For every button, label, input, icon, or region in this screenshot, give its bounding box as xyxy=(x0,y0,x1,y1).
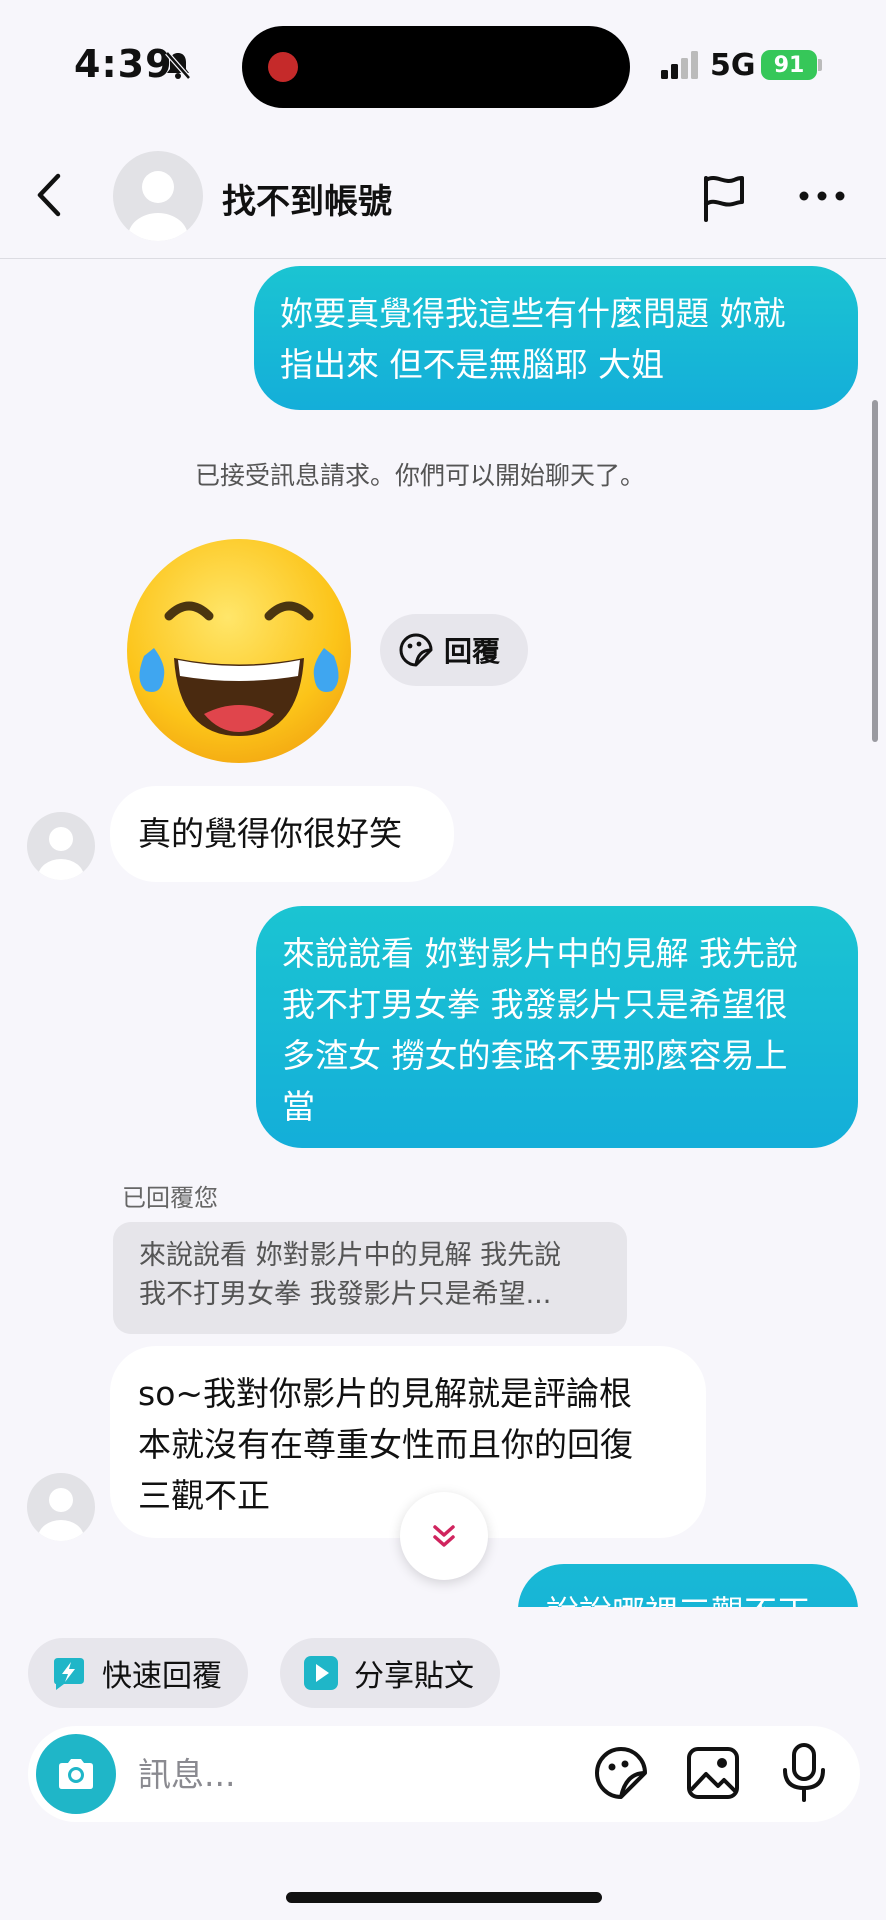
flag-icon[interactable] xyxy=(696,170,752,226)
quoted-message[interactable]: 來說說看 妳對影片中的見解 我先說 我不打男女拳 我發影片只是希望... xyxy=(113,1222,627,1334)
quote-line: 我不打男女拳 我發影片只是希望... xyxy=(139,1279,552,1310)
avatar[interactable] xyxy=(27,812,95,880)
camera-icon xyxy=(59,1759,93,1789)
message-line: 本就沒有在尊重女性而且你的回復 xyxy=(138,1425,633,1464)
recording-indicator xyxy=(268,52,298,82)
reply-button[interactable]: 回覆 xyxy=(380,614,528,686)
microphone-icon[interactable] xyxy=(776,1742,832,1804)
avatar[interactable] xyxy=(27,1473,95,1541)
system-note: 已接受訊息請求。你們可以開始聊天了。 xyxy=(194,461,645,490)
signal-icon xyxy=(661,51,698,79)
share-post-label: 分享貼文 xyxy=(354,1659,474,1694)
message-bubble-outgoing[interactable]: 來說說看 妳對影片中的見解 我先說 我不打男女拳 我發影片只是希望很 多渣女 撈… xyxy=(256,906,858,1148)
play-icon xyxy=(304,1656,338,1690)
page-title[interactable]: 找不到帳號 xyxy=(222,174,392,223)
lightning-icon xyxy=(54,1658,84,1690)
battery-level: 91 xyxy=(773,52,805,78)
message-bubble-outgoing[interactable]: 說說哪裡三觀不正 xyxy=(518,1564,858,1607)
avatar[interactable] xyxy=(113,151,203,241)
bell-slash-icon xyxy=(165,51,191,80)
battery-cap xyxy=(818,59,822,71)
message-line: 妳要真覺得我這些有什麼問題 妳就 xyxy=(280,294,786,333)
message-bubble-outgoing[interactable]: 妳要真覺得我這些有什麼問題 妳就 指出來 但不是無腦耶 大姐 xyxy=(254,266,858,410)
dynamic-island xyxy=(242,26,630,108)
message-line: 當 xyxy=(282,1087,315,1126)
status-time: 4:39 xyxy=(74,42,173,86)
camera-button[interactable] xyxy=(36,1734,116,1814)
message-text: 真的覺得你很好笑 xyxy=(138,814,402,853)
message-line: 指出來 但不是無腦耶 大姐 xyxy=(280,345,664,384)
avatar-placeholder xyxy=(128,171,188,241)
scrollbar[interactable] xyxy=(872,400,878,742)
scroll-to-bottom-button[interactable] xyxy=(400,1492,488,1580)
avatar-placeholder xyxy=(38,1488,84,1541)
message-line: 我不打男女拳 我發影片只是希望很 xyxy=(282,985,788,1024)
reply-label: 回覆 xyxy=(444,635,501,668)
message-line: 多渣女 撈女的套路不要那麼容易上 xyxy=(282,1036,788,1075)
quick-reply-chip[interactable]: 快速回覆 xyxy=(28,1638,248,1708)
more-icon[interactable] xyxy=(797,186,847,206)
message-line: so~我對你影片的見解就是評論根 xyxy=(138,1374,633,1413)
battery-charging-icon: 91 xyxy=(761,50,817,80)
image-icon[interactable] xyxy=(684,1744,742,1802)
home-indicator xyxy=(286,1892,602,1903)
message-input[interactable] xyxy=(138,1752,558,1796)
message-text: 說說哪裡三觀不正 xyxy=(546,1586,830,1607)
header-divider xyxy=(0,258,886,259)
message-line: 來說說看 妳對影片中的見解 我先說 xyxy=(282,934,798,973)
sticker-icon[interactable] xyxy=(592,1744,650,1802)
replied-label: 已回覆您 xyxy=(122,1184,218,1212)
sticker-icon xyxy=(399,633,433,667)
back-icon[interactable] xyxy=(30,168,70,222)
message-bubble-incoming[interactable]: 真的覺得你很好笑 xyxy=(110,786,454,882)
face-with-tears-of-joy-icon[interactable] xyxy=(124,536,354,766)
quick-reply-label: 快速回覆 xyxy=(102,1659,222,1694)
quote-line: 來說說看 妳對影片中的見解 我先說 xyxy=(139,1240,562,1271)
avatar-placeholder xyxy=(38,827,84,880)
chevron-double-down-icon xyxy=(433,1525,455,1547)
share-post-chip[interactable]: 分享貼文 xyxy=(280,1638,500,1708)
network-type: 5G xyxy=(710,48,756,83)
